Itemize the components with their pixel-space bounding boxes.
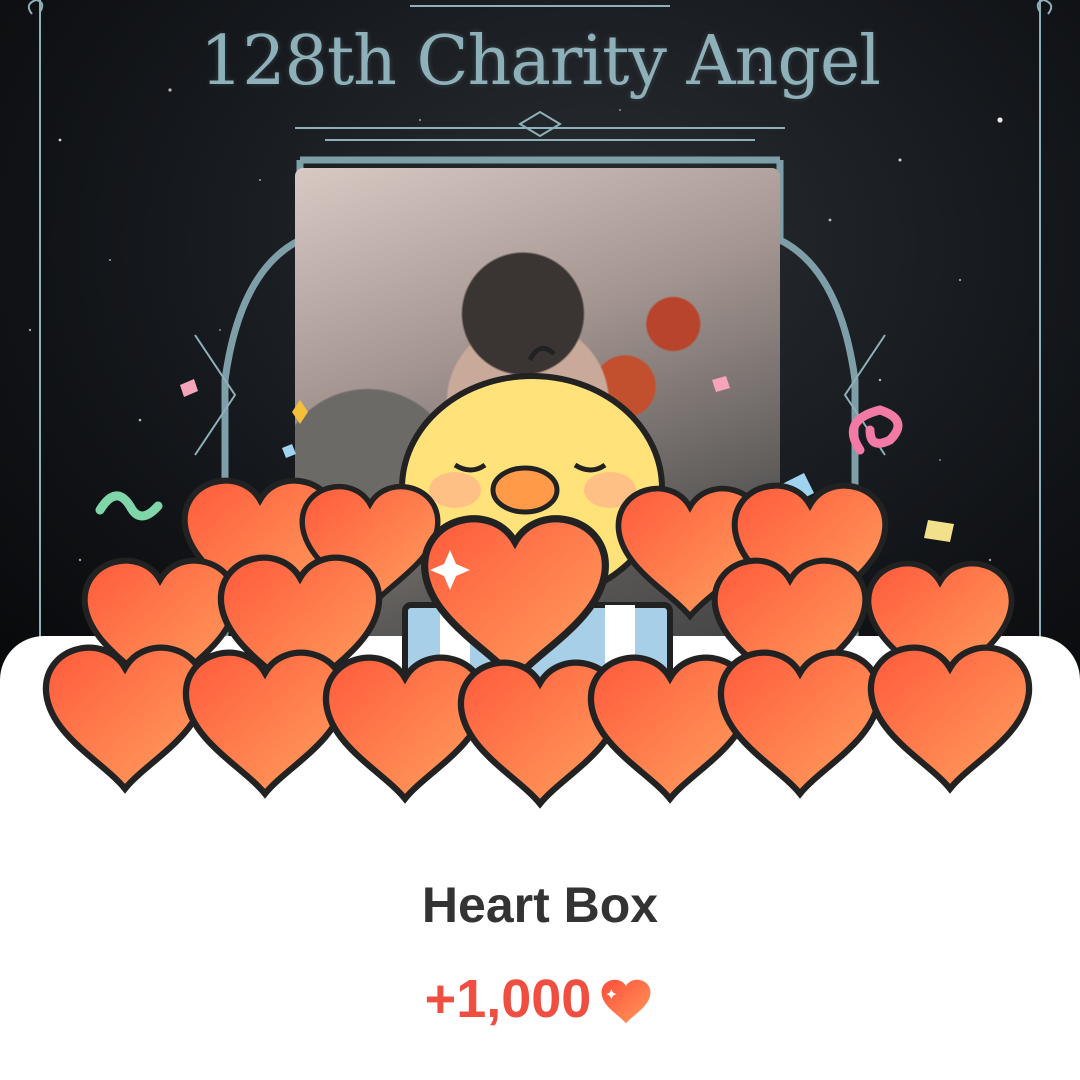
gift-amount-value: +1,000 <box>424 969 592 1029</box>
heart-icon <box>601 979 651 1024</box>
heart-pile <box>0 460 1080 820</box>
gift-name: Heart Box <box>421 877 659 933</box>
banner-title: 128th Charity Angel <box>200 22 881 101</box>
gift-amount: +1,000 <box>0 968 1080 1030</box>
